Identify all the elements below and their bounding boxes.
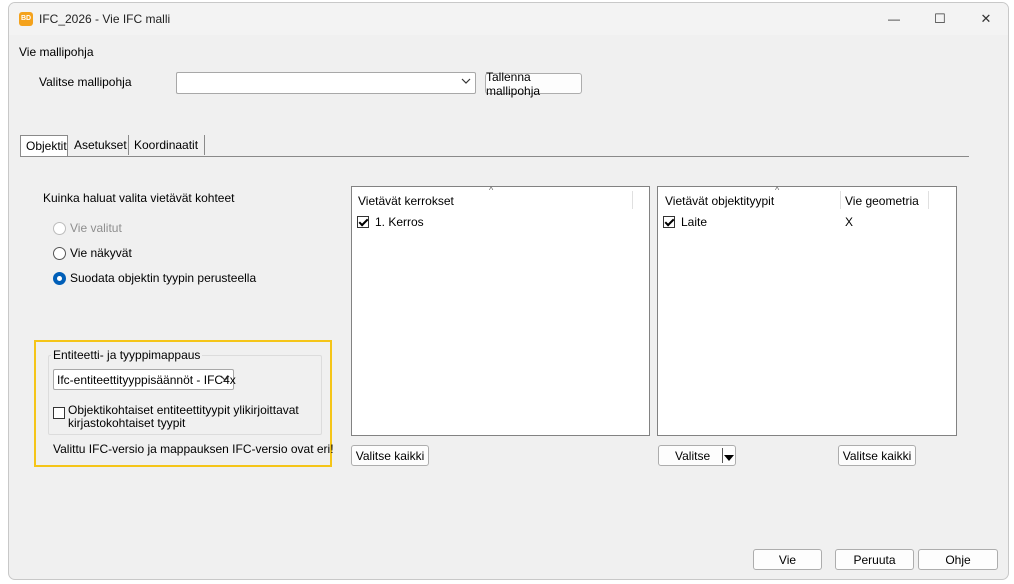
tab-objektit[interactable]: Objektit xyxy=(20,135,68,156)
sort-up-icon: ^ xyxy=(775,185,780,195)
select-button-label: Valitse xyxy=(675,449,711,463)
override-types-label: Objektikohtaiset entiteettityypit ylikir… xyxy=(68,404,299,430)
split-divider xyxy=(722,448,723,463)
radio-label: Vie näkyvät xyxy=(70,246,132,260)
override-types-checkbox-row[interactable]: Objektikohtaiset entiteettityypit ylikir… xyxy=(53,404,299,430)
override-types-checkbox[interactable] xyxy=(53,407,65,419)
radio-export-selected: Vie valitut xyxy=(53,221,122,235)
help-button[interactable]: Ohje xyxy=(918,549,998,570)
radio-button xyxy=(53,221,66,235)
type-geometry-value: X xyxy=(845,215,854,229)
title-bar: BD IFC_2026 - Vie IFC malli — ☐ ✕ xyxy=(9,3,1008,35)
column-separator xyxy=(840,191,841,209)
override-types-label-line1: Objektikohtaiset entiteettityypit ylikir… xyxy=(68,403,299,417)
object-types-list[interactable]: ^ Vietävät objektityypit Vie geometria L… xyxy=(657,185,957,436)
column-separator xyxy=(928,191,929,209)
type-label: Laite xyxy=(681,215,708,229)
radio-button[interactable] xyxy=(53,246,66,260)
app-icon: BD xyxy=(19,12,33,26)
maximize-button[interactable]: ☐ xyxy=(917,3,963,35)
select-all-types-button[interactable]: Valitse kaikki xyxy=(838,445,916,466)
select-all-floors-button[interactable]: Valitse kaikki xyxy=(351,445,429,466)
floors-list[interactable]: ^ Vietävät kerrokset 1. Kerros xyxy=(351,185,650,436)
mapping-combo[interactable]: Ifc-entiteettityyppisäännöt - IFC4x xyxy=(53,369,236,390)
column-separator xyxy=(632,191,633,209)
minimize-button[interactable]: — xyxy=(871,3,917,35)
radio-label: Vie valitut xyxy=(70,221,122,235)
floor-row[interactable]: 1. Kerros xyxy=(357,215,424,229)
version-warning: Valittu IFC-versio ja mappauksen IFC-ver… xyxy=(53,442,334,456)
template-select-label: Valitse mallipohja xyxy=(39,75,132,89)
radio-button[interactable] xyxy=(53,271,66,285)
dropdown-arrow-icon[interactable] xyxy=(724,451,734,465)
selection-question: Kuinka haluat valita vietävät kohteet xyxy=(43,191,235,205)
floor-label: 1. Kerros xyxy=(375,215,424,229)
chevron-down-icon xyxy=(461,76,471,89)
type-row[interactable]: Laite xyxy=(663,215,707,229)
select-split-button[interactable]: Valitse xyxy=(658,445,736,466)
export-ifc-dialog: BD IFC_2026 - Vie IFC malli — ☐ ✕ Vie ma… xyxy=(8,2,1009,580)
template-section-label: Vie mallipohja xyxy=(19,45,94,59)
chevron-down-icon xyxy=(220,373,230,386)
export-button[interactable]: Vie xyxy=(753,549,822,570)
cancel-button[interactable]: Peruuta xyxy=(835,549,914,570)
template-combo[interactable] xyxy=(176,72,476,94)
mapping-combo-value: Ifc-entiteettityyppisäännöt - IFC4x xyxy=(57,373,236,387)
radio-filter-by-type[interactable]: Suodata objektin tyypin perusteella xyxy=(53,271,256,285)
close-button[interactable]: ✕ xyxy=(963,3,1008,35)
override-types-label-line2: kirjastokohtaiset tyypit xyxy=(68,416,186,430)
save-template-button[interactable]: Tallenna mallipohja xyxy=(485,70,582,98)
type-checkbox[interactable] xyxy=(663,216,675,228)
mapping-group-label: Entiteetti- ja tyyppimappaus xyxy=(51,348,203,362)
geometry-column-header[interactable]: Vie geometria xyxy=(845,194,919,208)
floors-column-header[interactable]: Vietävät kerrokset xyxy=(358,194,454,208)
floor-checkbox[interactable] xyxy=(357,216,369,228)
tab-divider xyxy=(20,156,969,157)
tab-asetukset[interactable]: Asetukset xyxy=(69,135,129,155)
types-column-header[interactable]: Vietävät objektityypit xyxy=(665,194,774,208)
radio-export-visible[interactable]: Vie näkyvät xyxy=(53,246,132,260)
tab-koordinaatit[interactable]: Koordinaatit xyxy=(129,135,205,155)
sort-up-icon: ^ xyxy=(489,185,494,195)
window-title: IFC_2026 - Vie IFC malli xyxy=(39,12,171,26)
radio-label: Suodata objektin tyypin perusteella xyxy=(70,271,257,285)
